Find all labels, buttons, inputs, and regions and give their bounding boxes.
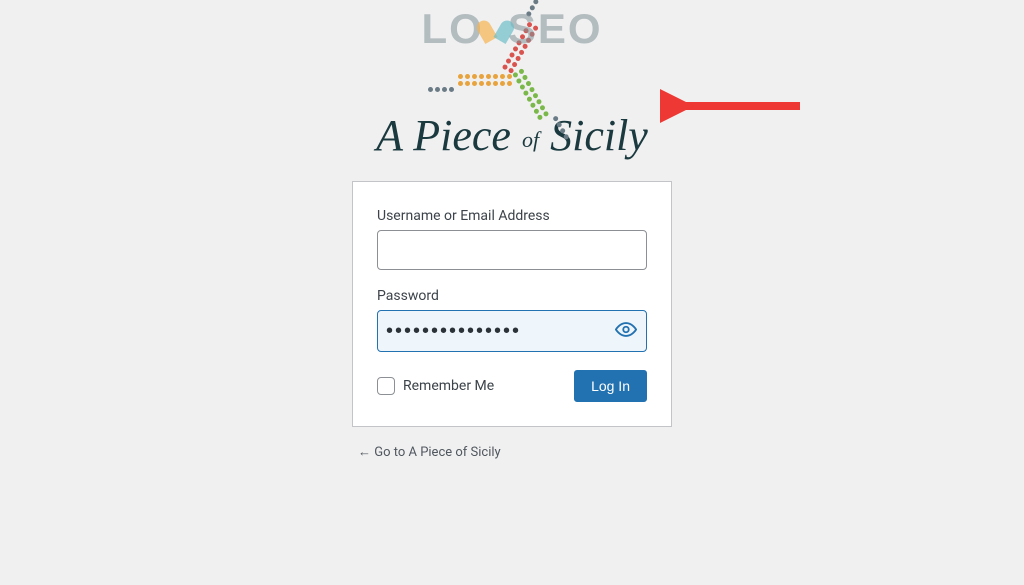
watermark-right: SEO	[508, 5, 603, 53]
watermark-text: LO SEO	[421, 5, 602, 53]
username-input[interactable]	[377, 230, 647, 270]
password-group: Password	[377, 288, 647, 352]
remember-me-text: Remember Me	[403, 378, 494, 394]
username-label: Username or Email Address	[377, 208, 647, 224]
brand-prefix: A	[376, 111, 413, 160]
username-group: Username or Email Address	[377, 208, 647, 270]
toggle-password-visibility-button[interactable]	[609, 313, 643, 350]
remember-me-checkbox[interactable]	[377, 377, 395, 395]
login-form: Username or Email Address Password Remem…	[352, 181, 672, 427]
password-label: Password	[377, 288, 647, 304]
login-button[interactable]: Log In	[574, 370, 647, 402]
eye-icon	[615, 319, 637, 341]
form-footer: Remember Me Log In	[377, 370, 647, 402]
heart-icon	[482, 15, 510, 43]
logo-area: LO SEO A Piece of Sicily	[0, 0, 1024, 161]
back-link-area: ← Go to A Piece of Sicily	[352, 441, 672, 460]
watermark-left: LO	[421, 5, 483, 53]
password-input[interactable]	[377, 310, 647, 352]
back-to-site-link[interactable]: ← Go to A Piece of Sicily	[358, 445, 501, 460]
remember-me-label[interactable]: Remember Me	[377, 377, 494, 395]
annotation-arrow-icon	[660, 88, 810, 124]
